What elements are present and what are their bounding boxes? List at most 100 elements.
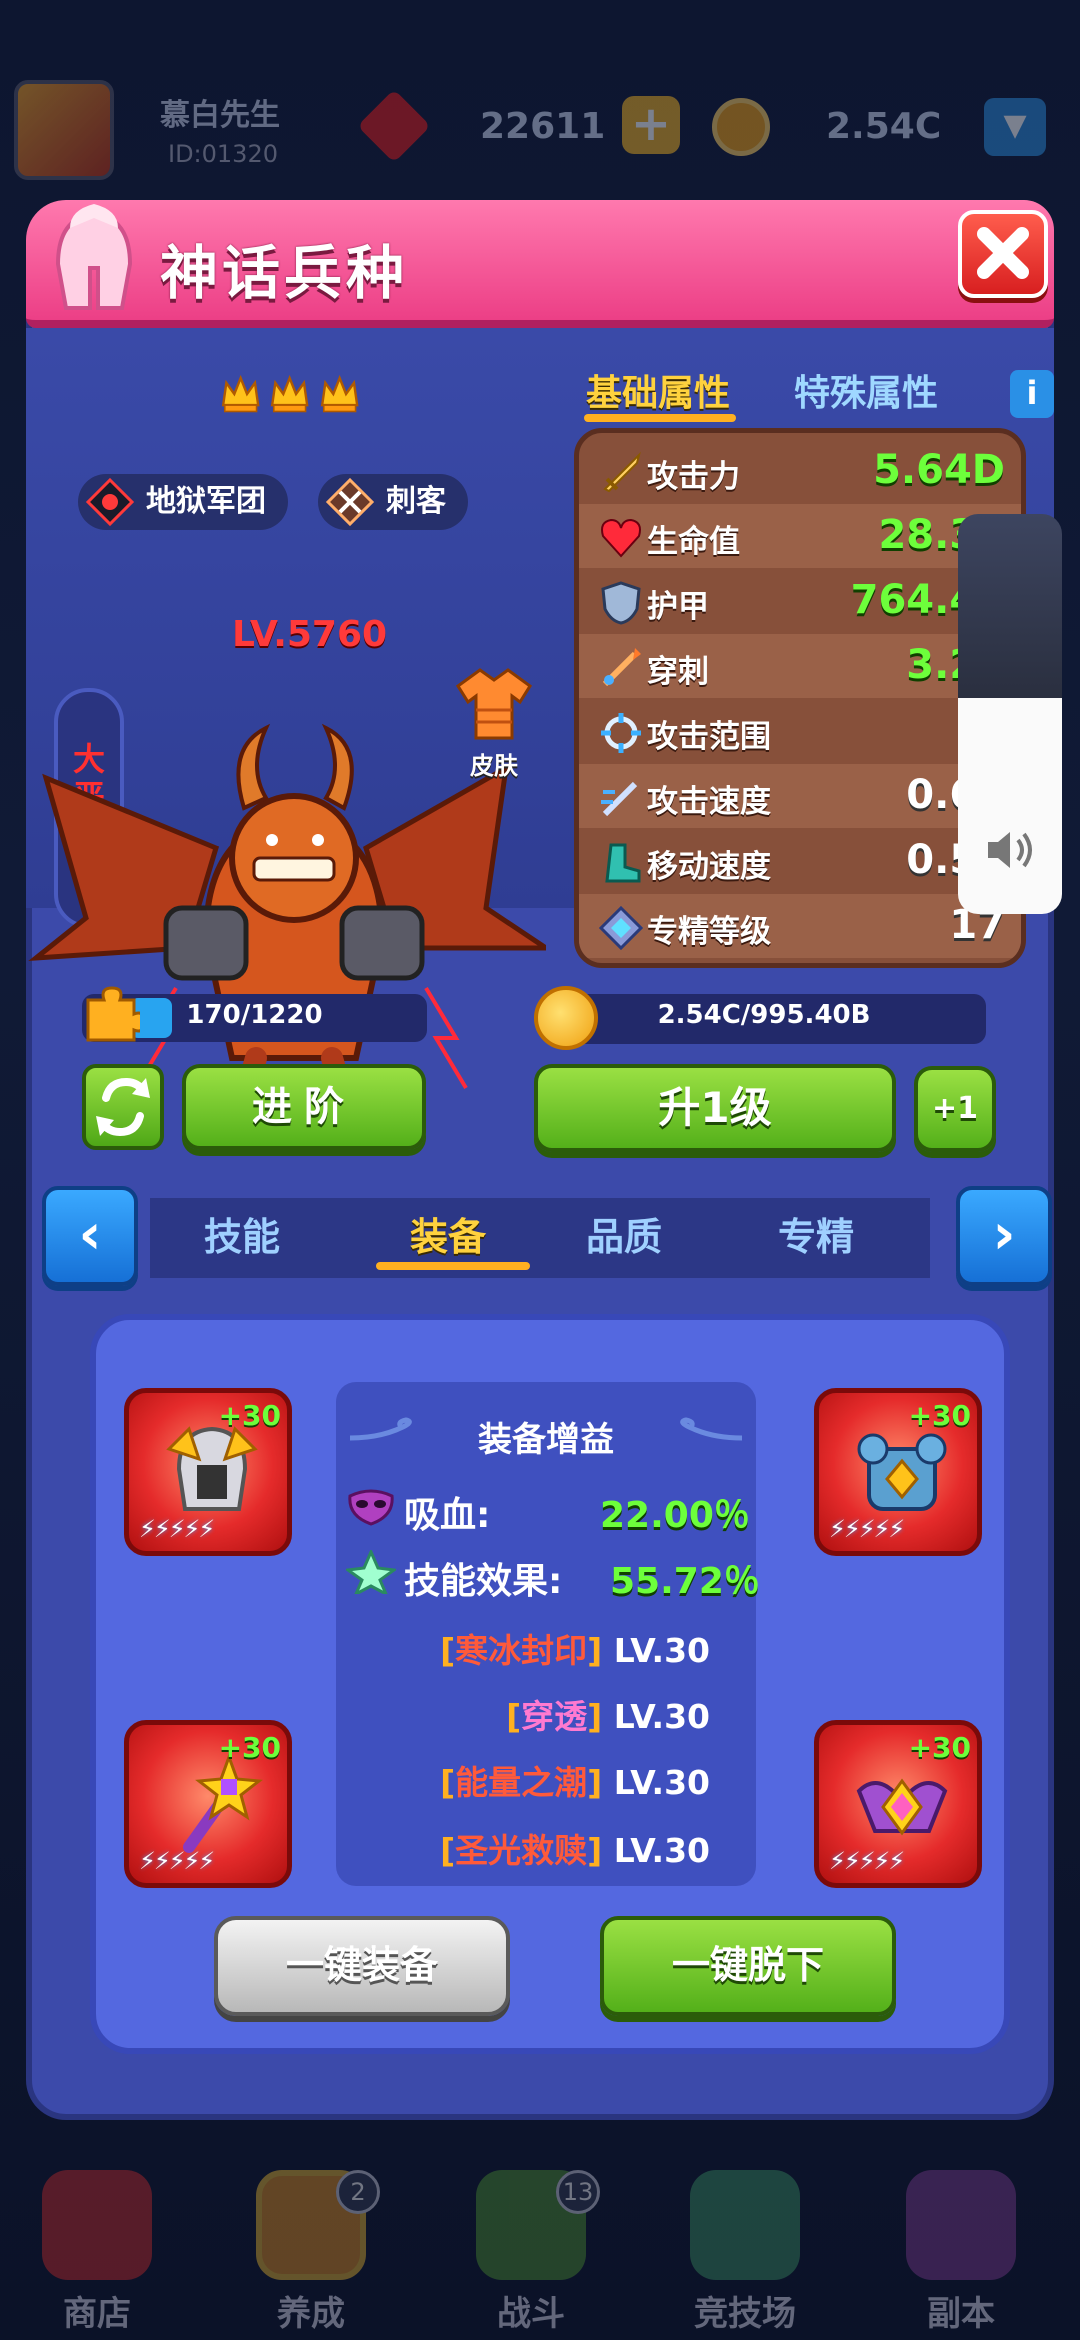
stat-row: 穿刺 3.28 — [579, 634, 1021, 698]
info-button[interactable]: i — [1010, 370, 1054, 418]
equipment-slot-helmet[interactable]: +30 ⚡⚡⚡⚡⚡ — [124, 1388, 292, 1556]
stat-row: 护甲 764.43 — [579, 569, 1021, 633]
level-up-button[interactable]: 升1级 — [534, 1064, 896, 1152]
player-name: 慕白先生 — [160, 98, 280, 133]
set-level: LV.30 — [613, 1631, 710, 1670]
speaker-icon — [988, 832, 1032, 868]
equipment-bonus-box: 装备增益 吸血: 22.00％ 技能效果: 55.72％ [寒冰封印] LV.3… — [336, 1382, 760, 1886]
coin-count: 2.54C — [826, 106, 942, 147]
gold-coin-icon — [534, 986, 598, 1050]
add-gems-button[interactable]: + — [622, 96, 680, 154]
role-tag: 刺客 — [318, 474, 468, 530]
gem-icon — [357, 89, 431, 163]
boot-icon — [605, 843, 641, 883]
panel-header: 神话兵种 — [26, 200, 1054, 340]
portal-icon — [906, 2170, 1016, 2280]
stat-name: 攻击力 — [647, 459, 740, 495]
spartan-helmet-icon — [55, 204, 133, 310]
gold-cost-text: 2.54C/995.40B — [657, 1000, 871, 1030]
refresh-icon — [96, 1077, 150, 1137]
advance-button[interactable]: 进阶 — [182, 1064, 426, 1150]
crown-icon — [320, 374, 359, 413]
star-staff-icon — [183, 1752, 263, 1853]
nav-badge: 13 — [556, 2170, 600, 2214]
close-icon — [977, 227, 1029, 279]
unequip-all-button[interactable]: 一键脱下 — [600, 1916, 896, 2016]
active-tab-underline — [584, 414, 736, 422]
shirt-icon — [455, 668, 533, 740]
lightning-rating-icon: ⚡⚡⚡⚡⚡ — [139, 1847, 215, 1875]
crown-icon — [271, 374, 309, 413]
player-id: ID:01320 — [168, 140, 278, 168]
nav-dungeon[interactable]: 副本 — [876, 2170, 1046, 2340]
bottom-navigation: 商店 2 养成 13 战斗 竞技场 副本 — [0, 2150, 1080, 2340]
enhance-level: +30 — [218, 1399, 281, 1432]
skin-label: 皮肤 — [470, 752, 518, 780]
tab-quality[interactable]: 品质 — [586, 1206, 662, 1261]
stat-row: 生命值 28.32 — [579, 504, 1021, 568]
close-button[interactable] — [958, 210, 1048, 298]
star-rating — [220, 368, 360, 428]
armor-icon — [857, 1433, 947, 1511]
nav-arena[interactable]: 竞技场 — [660, 2170, 830, 2340]
level-increment-button[interactable]: +1 — [914, 1066, 996, 1152]
attribute-tabs: 基础属性 特殊属性 i — [582, 356, 1054, 426]
active-tab-underline — [376, 1262, 530, 1270]
stat-row: 攻击速度 0.60 — [579, 764, 1021, 828]
set-bonus-row: [穿透] LV.30 — [506, 1697, 710, 1736]
set-bonus-row: [圣光救赎] LV.30 — [440, 1831, 710, 1870]
next-tab-arrow[interactable]: › — [956, 1186, 1052, 1286]
stat-name: 攻击速度 — [647, 784, 771, 820]
tab-mastery[interactable]: 专精 — [778, 1206, 854, 1261]
stat-row: 攻击力 5.64D — [579, 439, 1021, 503]
volume-slider-fill[interactable] — [958, 698, 1062, 914]
stat-row: 专精等级 17 — [579, 894, 1021, 958]
set-bonus-row: [能量之潮] LV.30 — [440, 1763, 710, 1802]
set-name: 穿透 — [521, 1697, 588, 1736]
skill-crystal-icon — [346, 1550, 396, 1594]
nav-battle[interactable]: 13 战斗 — [446, 2170, 616, 2340]
expand-menu-button[interactable]: ▼ — [984, 98, 1046, 156]
enhance-level: +30 — [908, 1731, 971, 1764]
enhance-level: +30 — [908, 1399, 971, 1432]
player-avatar[interactable] — [14, 80, 114, 180]
tab-equipment[interactable]: 装备 — [410, 1206, 486, 1261]
faction-tag: 地狱军团 — [78, 474, 288, 530]
crosshair-icon — [601, 713, 641, 753]
tab-skills[interactable]: 技能 — [204, 1206, 280, 1261]
equipment-bonus-title: 装备增益 — [478, 1420, 614, 1460]
volume-slider-track[interactable] — [958, 514, 1062, 698]
role-name: 刺客 — [386, 484, 446, 519]
unit-level: LV.5760 — [232, 614, 388, 655]
arena-shield-icon — [690, 2170, 800, 2280]
reroll-button[interactable] — [82, 1064, 164, 1150]
buff-label: 技能效果: — [404, 1561, 563, 1602]
lifesteal-mask-icon — [348, 1489, 394, 1526]
gold-cost-bar: 2.54C/995.40B — [542, 994, 986, 1044]
nav-label: 副本 — [927, 2294, 995, 2334]
top-resource-bar: 慕白先生 ID:01320 22611 + 2.54C ▼ — [0, 70, 1080, 190]
nav-badge: 2 — [336, 2170, 380, 2214]
set-level: LV.30 — [613, 1763, 710, 1802]
previous-tab-arrow[interactable]: ‹ — [42, 1186, 138, 1286]
coin-icon — [712, 98, 770, 156]
tab-basic-attributes[interactable]: 基础属性 — [586, 364, 730, 416]
equipment-slot-armor[interactable]: +30 ⚡⚡⚡⚡⚡ — [814, 1388, 982, 1556]
sword-icon — [603, 451, 641, 493]
buff-label: 吸血: — [404, 1495, 491, 1536]
crown-icon — [221, 374, 260, 413]
faction-name: 地狱军团 — [146, 484, 266, 519]
enhance-level: +30 — [218, 1731, 281, 1764]
skin-button[interactable]: 皮肤 — [444, 664, 544, 780]
equipment-slot-accessory[interactable]: +30 ⚡⚡⚡⚡⚡ — [814, 1720, 982, 1888]
tab-special-attributes[interactable]: 特殊属性 — [794, 364, 938, 416]
nav-shop[interactable]: 商店 — [12, 2170, 182, 2340]
equip-all-button[interactable]: 一键装备 — [214, 1916, 510, 2016]
stat-name: 生命值 — [647, 524, 740, 560]
equipment-slot-weapon[interactable]: +30 ⚡⚡⚡⚡⚡ — [124, 1720, 292, 1888]
stat-name: 护甲 — [647, 589, 709, 625]
nav-upgrade[interactable]: 2 养成 — [226, 2170, 396, 2340]
nav-label: 养成 — [277, 2294, 345, 2334]
stat-value: 5.64D — [873, 447, 1005, 493]
shield-icon — [601, 581, 641, 625]
